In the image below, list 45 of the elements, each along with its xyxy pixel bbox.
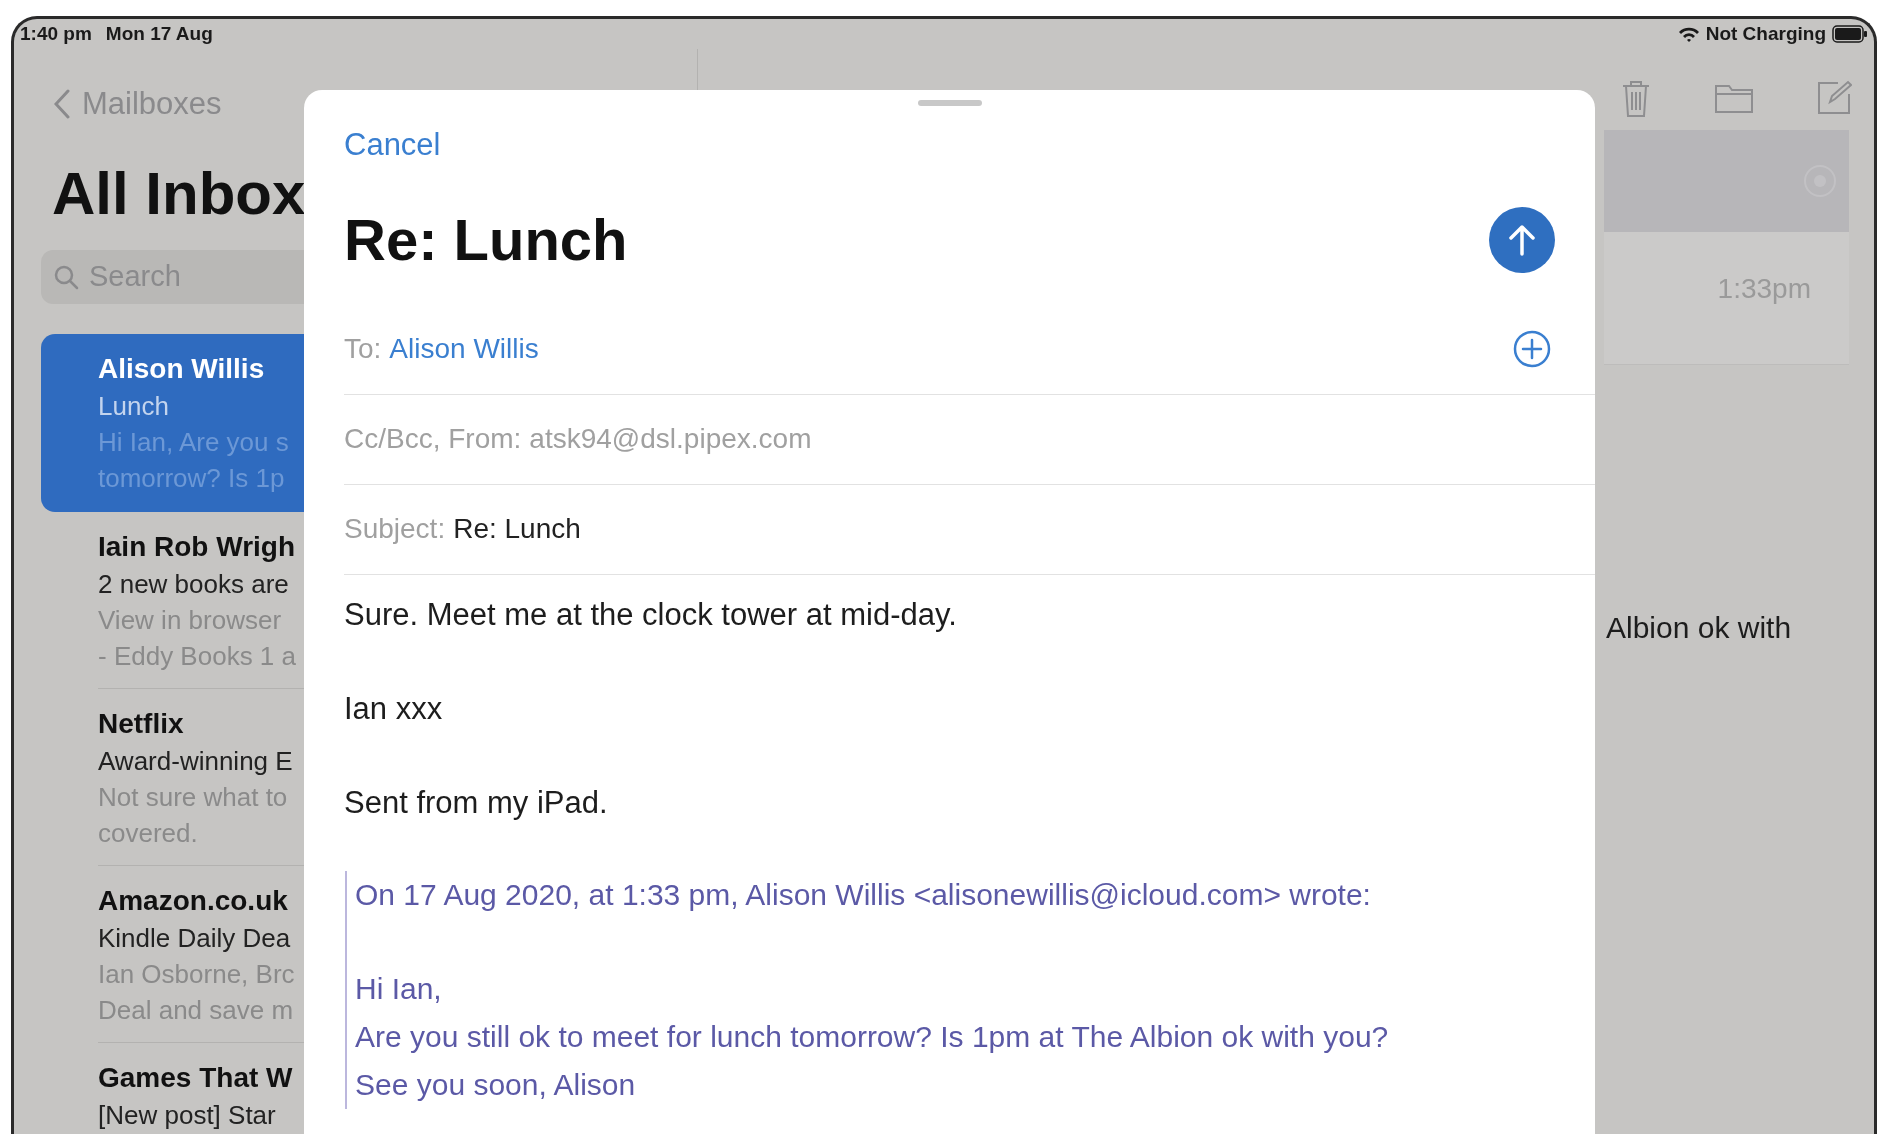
message-subject: Lunch: [98, 389, 169, 423]
plus-circle-icon: [1513, 330, 1551, 368]
add-contact-button[interactable]: [1513, 330, 1551, 368]
folder-icon[interactable]: [1714, 82, 1754, 114]
message-subject: 2 new books are: [98, 567, 289, 601]
message-preview: Hi Ian, Are you s tomorrow? Is 1p: [98, 425, 289, 495]
body-paragraph: Sent from my iPad.: [344, 784, 609, 821]
cancel-button[interactable]: Cancel: [344, 122, 441, 169]
search-icon: [53, 263, 79, 290]
inbox-title: All Inbox: [52, 163, 306, 224]
field-value: Re: Lunch: [453, 512, 581, 546]
compose-title: Re: Lunch: [344, 210, 628, 269]
wifi-icon: [1677, 26, 1700, 42]
quote-line: See you soon, Alison: [355, 1066, 637, 1103]
battery-icon: [1832, 25, 1868, 43]
up-arrow-icon: [1509, 223, 1535, 256]
quote-header: On 17 Aug 2020, at 1:33 pm, Alison Willis <alisonewillis@icloud.com> wrote:: [355, 876, 1372, 913]
recipient-token[interactable]: Alison Willis: [389, 328, 539, 370]
chevron-left-icon: [54, 89, 70, 120]
battery-status: Not Charging: [1705, 21, 1826, 46]
message-body-text: Albion ok with: [1605, 610, 1792, 646]
message-subject: [New post] Star: [98, 1098, 276, 1132]
message-subject: Award-winning E: [98, 744, 293, 778]
message-sender: Games That W: [98, 1060, 293, 1095]
field-label: Cc/Bcc, From:: [344, 422, 522, 456]
trash-icon[interactable]: [1620, 78, 1652, 118]
status-time: 1:40 pm: [20, 21, 92, 46]
message-preview: Not sure what to covered.: [98, 780, 288, 850]
message-sender: Netflix: [98, 706, 184, 741]
field-value: atsk94@dsl.pipex.com: [529, 422, 812, 456]
message-preview: View in browser - Eddy Books 1 a: [98, 603, 296, 673]
field-label: To:: [344, 332, 382, 366]
body-paragraph: Sure. Meet me at the clock tower at mid-day.: [344, 596, 958, 633]
drag-handle[interactable]: [918, 100, 982, 106]
message-sender: Amazon.co.uk: [98, 883, 288, 918]
quote-line: Are you still ok to meet for lunch tomorrow? Is 1pm at The Albion ok with you?: [355, 1018, 1390, 1055]
message-subject: Kindle Daily Dea: [98, 921, 291, 955]
message-sender: Alison Willis: [98, 351, 265, 386]
message-sender: Iain Rob Wrigh: [98, 529, 296, 564]
status-date: Mon 17 Aug: [105, 21, 213, 46]
message-preview: Ian Osborne, Brc Deal and save m: [98, 957, 295, 1027]
quote-line: Hi Ian,: [355, 970, 443, 1007]
field-label: Subject:: [344, 512, 446, 546]
compose-icon[interactable]: [1816, 80, 1852, 116]
body-paragraph: Ian xxx: [344, 690, 444, 727]
